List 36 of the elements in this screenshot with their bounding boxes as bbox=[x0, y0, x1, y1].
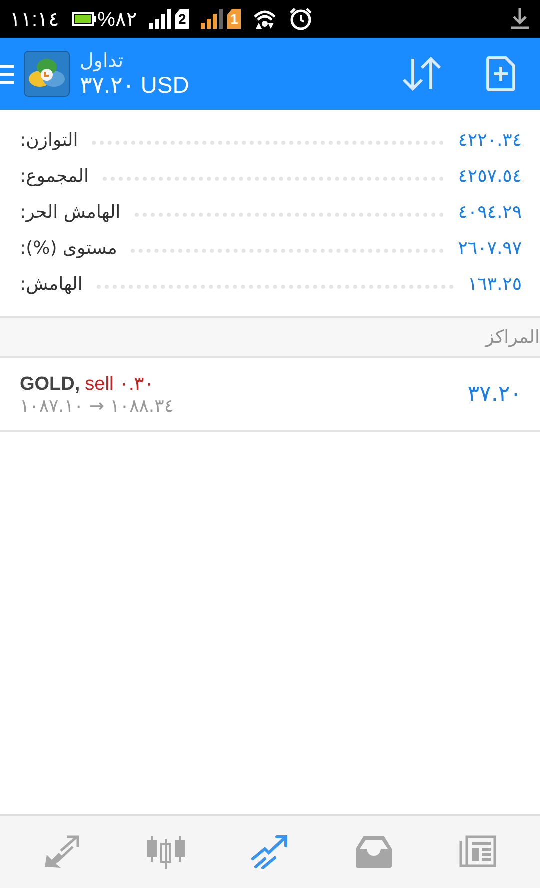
summary-value: ٤٢٥٧.٥٤ bbox=[458, 166, 522, 186]
summary-label: المجموع: bbox=[20, 166, 90, 186]
position-profit: ٣٧.٢٠ bbox=[468, 382, 522, 406]
status-time: ١١:١٤ bbox=[10, 8, 60, 32]
sort-button[interactable] bbox=[402, 56, 442, 92]
summary-value: ١٦٣.٢٥ bbox=[468, 274, 522, 294]
account-balance: ٣٧.٢٠ USD bbox=[80, 72, 190, 98]
sim-badge: 2 bbox=[175, 9, 190, 29]
section-title: المراكز bbox=[486, 326, 540, 348]
candlestick-icon bbox=[146, 835, 186, 869]
wifi-icon bbox=[253, 9, 278, 29]
position-prices: ١٠٨٧.١٠ → ١٠٨٨.٣٤ bbox=[20, 396, 175, 416]
summary-value: ٤٠٩٤.٢٩ bbox=[458, 202, 522, 222]
position-symbol: GOLD, bbox=[20, 374, 80, 396]
download-icon bbox=[510, 8, 530, 30]
sim-badge: 1 bbox=[227, 9, 242, 29]
signal-icon bbox=[149, 9, 172, 29]
newspaper-icon bbox=[459, 835, 497, 869]
diagonal-arrows-icon bbox=[43, 835, 81, 869]
summary-label: التوازن: bbox=[20, 130, 78, 150]
inbox-icon bbox=[355, 835, 393, 869]
position-side: sell ٠.٣٠ bbox=[85, 372, 154, 396]
app-logo-icon bbox=[24, 51, 70, 97]
trend-arrow-icon bbox=[251, 835, 289, 869]
app-title: تداول bbox=[80, 50, 125, 72]
summary-value: ٢٦٠٧.٩٧ bbox=[458, 238, 522, 258]
battery-percent: %٨٢ bbox=[98, 8, 138, 32]
summary-value: ٤٢٢٠.٣٤ bbox=[458, 130, 522, 150]
battery-icon bbox=[72, 12, 96, 26]
summary-label: الهامش الحر: bbox=[20, 202, 121, 222]
summary-label: مستوى (%): bbox=[20, 238, 118, 258]
new-order-button[interactable] bbox=[486, 56, 516, 92]
alarm-icon bbox=[289, 7, 314, 31]
summary-label: الهامش: bbox=[20, 274, 83, 294]
signal-icon bbox=[201, 9, 224, 29]
menu-button[interactable] bbox=[0, 63, 14, 85]
